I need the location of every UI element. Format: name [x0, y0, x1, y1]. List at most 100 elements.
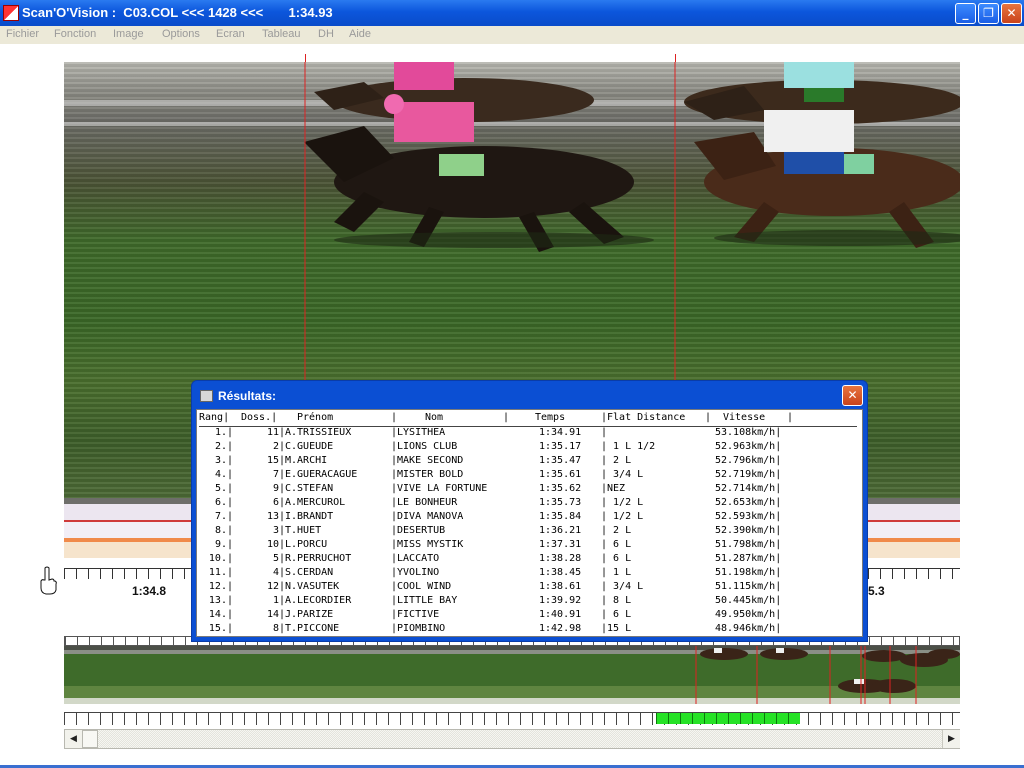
- result-row[interactable]: 3.| 15| M.ARCHI |MAKE SECOND 1:35.47 | 2 L 52.…: [199, 455, 857, 469]
- cell-rang: 12.|: [208, 581, 233, 592]
- window-title: Scan'O'Vision : C03.COL <<< 1428 <<< 1:3…: [22, 5, 333, 20]
- scroll-thumb[interactable]: [82, 730, 98, 748]
- cell-temps: 1:35.62: [539, 483, 582, 494]
- restore-button[interactable]: ❐: [978, 3, 999, 24]
- menu-image[interactable]: Image: [113, 28, 144, 40]
- finish-marker-top: [675, 54, 676, 62]
- result-row[interactable]: 6.| 6| A.MERCUROL |LE BONHEUR 1:35.73 | 1/2 L…: [199, 497, 857, 511]
- cell-temps: 1:36.21: [539, 525, 582, 536]
- cell-vitesse: 53.108km/h|: [715, 427, 782, 438]
- cell-nom: |VIVE LA FORTUNE: [391, 483, 488, 494]
- result-row[interactable]: 8.| 3| T.HUET |DESERTUB 1:36.21 | 2 L 52.390km…: [199, 525, 857, 539]
- menu-fichier[interactable]: Fichier: [6, 28, 39, 40]
- menu-dh[interactable]: DH: [318, 28, 334, 40]
- cell-temps: 1:35.61: [539, 469, 582, 480]
- cell-vitesse: 51.198km/h|: [715, 567, 782, 578]
- menu-tableau[interactable]: Tableau: [262, 28, 301, 40]
- results-window: Résultats: ✕ Rang| Doss.| Prénom | Nom |…: [191, 380, 868, 642]
- cell-prenom: T.HUET: [285, 525, 322, 536]
- cell-nom: |LE BONHEUR: [391, 497, 458, 508]
- cell-doss: 12|: [266, 581, 285, 592]
- menu-aide[interactable]: Aide: [349, 28, 371, 40]
- minimize-button[interactable]: _: [955, 3, 976, 24]
- result-row[interactable]: 15.| 8| T.PICCONE |PIOMBINO 1:42.98 |15 L 48.9…: [199, 623, 857, 636]
- result-row[interactable]: 12.| 12| N.VASUTEK |COOL WIND 1:38.61 | 3/4 L…: [199, 581, 857, 595]
- cell-doss: 11|: [266, 427, 285, 438]
- cell-doss: 7|: [272, 469, 285, 480]
- result-row[interactable]: 9.| 10| L.PORCU |MISS MYSTIK 1:37.31 | 6 L 51.…: [199, 539, 857, 553]
- header-vitesse: Vitesse: [723, 412, 766, 423]
- cell-temps: 1:38.28: [539, 553, 582, 564]
- cell-distance: | 6 L: [601, 539, 632, 550]
- result-row[interactable]: 10.| 5| R.PERRUCHOT |LACCATO 1:38.28 | 6 L 51.…: [199, 553, 857, 567]
- cell-doss: 4|: [272, 567, 285, 578]
- cell-temps: 1:38.61: [539, 581, 582, 592]
- menu-ecran[interactable]: Ecran: [216, 28, 245, 40]
- cell-vitesse: 52.390km/h|: [715, 525, 782, 536]
- cell-prenom: A.MERCUROL: [285, 497, 346, 508]
- cell-nom: |LIONS CLUB: [391, 441, 458, 452]
- cell-temps: 1:39.92: [539, 595, 582, 606]
- time-label-right: 5.3: [868, 584, 885, 598]
- result-row[interactable]: 2.| 2| C.GUEUDE |LIONS CLUB 1:35.17 | 1 L 1/2…: [199, 441, 857, 455]
- cell-vitesse: 48.946km/h|: [715, 623, 782, 634]
- cell-prenom: C.GUEUDE: [285, 441, 334, 452]
- menu-bar: Fichier Fonction Image Options Ecran Tab…: [0, 26, 1024, 44]
- cell-vitesse: 51.115km/h|: [715, 581, 782, 592]
- cell-doss: 9|: [272, 483, 285, 494]
- results-close-button[interactable]: ✕: [842, 385, 863, 406]
- header-sep: |: [503, 412, 510, 423]
- visible-range-indicator[interactable]: [656, 713, 800, 724]
- header-sep: |: [391, 412, 398, 423]
- cell-prenom: I.BRANDT: [285, 511, 334, 522]
- cell-doss: 5|: [272, 553, 285, 564]
- menu-fonction[interactable]: Fonction: [54, 28, 96, 40]
- cell-distance: | 1/2 L: [601, 511, 644, 522]
- cell-doss: 2|: [272, 441, 285, 452]
- cell-nom: |PIOMBINO: [391, 623, 446, 634]
- printer-icon: [200, 390, 213, 402]
- result-row[interactable]: 13.| 1| A.LECORDIER |LITTLE BAY 1:39.92 | 8 L…: [199, 595, 857, 609]
- horse-left-front: [304, 94, 634, 252]
- scroll-right-button[interactable]: ▶: [942, 730, 960, 748]
- scroll-left-button[interactable]: ◀: [65, 730, 83, 748]
- result-row[interactable]: 5.| 9| C.STEFAN |VIVE LA FORTUNE 1:35.62 |NEZ…: [199, 483, 857, 497]
- cell-distance: |: [601, 427, 608, 438]
- cell-nom: |LACCATO: [391, 553, 440, 564]
- cell-rang: 14.|: [208, 609, 233, 620]
- horizontal-scrollbar[interactable]: ◀ ▶: [64, 729, 960, 749]
- cell-nom: |LITTLE BAY: [391, 595, 458, 606]
- cell-nom: |MISTER BOLD: [391, 469, 464, 480]
- result-row[interactable]: 7.| 13| I.BRANDT |DIVA MANOVA 1:35.84 | 1/2 L…: [199, 511, 857, 525]
- close-button[interactable]: ✕: [1001, 3, 1022, 24]
- cell-doss: 10|: [266, 539, 285, 550]
- cell-rang: 4.|: [214, 469, 233, 480]
- cell-vitesse: 51.287km/h|: [715, 553, 782, 564]
- cell-prenom: R.PERRUCHOT: [285, 553, 352, 564]
- result-row[interactable]: 11.| 4| S.CERDAN |YVOLINO 1:38.45 | 1 L 51.198…: [199, 567, 857, 581]
- cell-prenom: L.PORCU: [285, 539, 328, 550]
- header-temps: Temps: [535, 412, 566, 423]
- cell-distance: |15 L: [601, 623, 632, 634]
- cell-distance: | 8 L: [601, 595, 632, 606]
- overview-scene: [695, 646, 960, 704]
- header-rang: Rang|: [199, 412, 230, 423]
- cell-temps: 1:34.91: [539, 427, 582, 438]
- cell-prenom: M.ARCHI: [285, 455, 328, 466]
- cell-distance: | 1 L: [601, 567, 632, 578]
- cell-distance: | 1/2 L: [601, 497, 644, 508]
- result-row[interactable]: 14.| 14| J.PARIZE |FICTIVE 1:40.91 | 6 L 49.95…: [199, 609, 857, 623]
- results-header: Rang| Doss.| Prénom | Nom | Temps |Flat …: [199, 412, 857, 427]
- hand-pointer-icon[interactable]: [38, 566, 58, 596]
- menu-options[interactable]: Options: [162, 28, 200, 40]
- result-row[interactable]: 4.| 7| E.GUERACAGUE |MISTER BOLD 1:35.61 | 3/…: [199, 469, 857, 483]
- cell-doss: 13|: [266, 511, 285, 522]
- overview-image[interactable]: [64, 646, 960, 704]
- results-title: Résultats:: [218, 389, 277, 403]
- cell-distance: | 3/4 L: [601, 581, 644, 592]
- cell-temps: 1:35.84: [539, 511, 582, 522]
- cell-prenom: N.VASUTEK: [285, 581, 340, 592]
- cell-nom: |MISS MYSTIK: [391, 539, 464, 550]
- cell-doss: 3|: [272, 525, 285, 536]
- result-row[interactable]: 1.| 11| A.TRISSIEUX |LYSITHEA 1:34.91 | 53.108…: [199, 427, 857, 441]
